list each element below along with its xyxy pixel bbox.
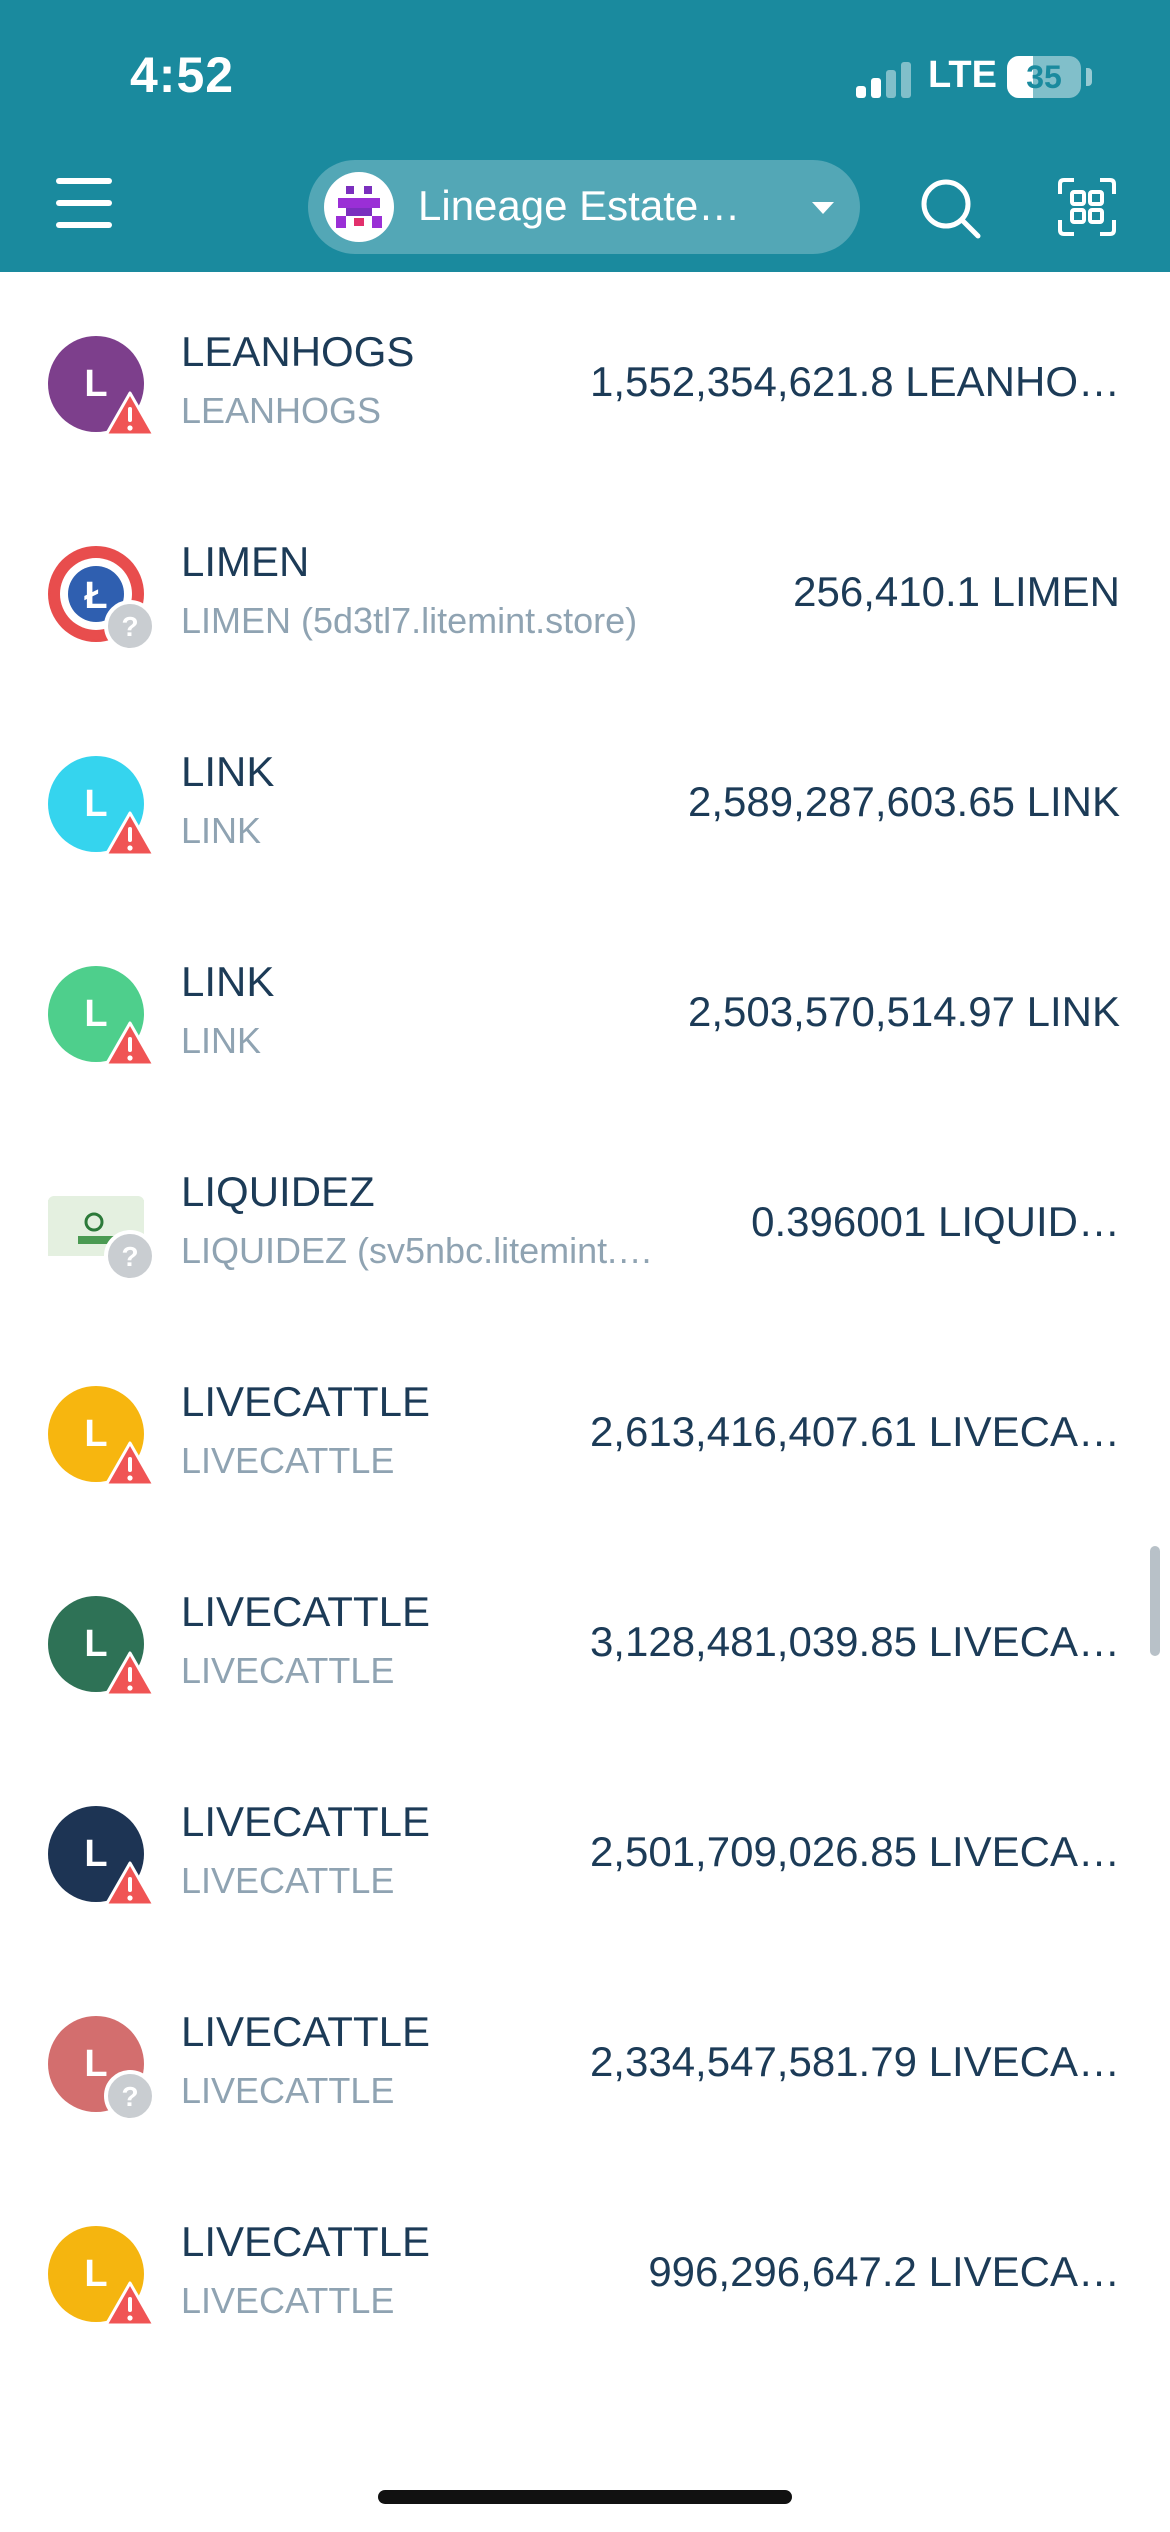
token-list: L LEANHOGS LEANHOGS 1,552,354,621.8 LEANHO…… (0, 272, 1170, 2372)
menu-icon[interactable] (56, 178, 112, 228)
warning-icon (104, 1650, 156, 1698)
battery-level: 35 (1026, 59, 1062, 95)
token-row[interactable]: L LIVECATTLE LIVECATTLE 2,501,709,026.85 LI… (0, 1742, 1170, 1952)
network-avatar-icon (324, 172, 394, 242)
network-selector[interactable]: Lineage Estate… (308, 160, 860, 254)
search-icon[interactable] (918, 176, 982, 240)
signal-icon (856, 58, 916, 98)
warning-icon (104, 1860, 156, 1908)
token-balance: 3,128,481,039.85 LIVECA… (589, 1618, 1120, 1665)
token-balance: 2,613,416,407.61 LIVECA… (589, 1408, 1120, 1455)
token-name: LIMEN (181, 538, 310, 585)
warning-icon (104, 1440, 156, 1488)
token-issuer: LINK (181, 1020, 262, 1061)
token-row[interactable]: Ł? LIMEN LIMEN (5d3tl7.litemint.store) 256,… (0, 482, 1170, 692)
token-balance: 996,296,647.2 LIVECA… (648, 2248, 1120, 2295)
token-row[interactable]: L LINK LINK 2,589,287,603.65 LINK (0, 692, 1170, 902)
token-row[interactable]: ? LIQUIDEZ LIQUIDEZ (sv5nbc.litemint.… 0.39… (0, 1112, 1170, 1322)
token-balance: 2,334,547,581.79 LIVECA… (589, 2038, 1120, 2085)
token-row[interactable]: L LINK LINK 2,503,570,514.97 LINK (0, 902, 1170, 1112)
battery-icon: 35 (1007, 56, 1081, 98)
svg-text:?: ? (121, 611, 138, 642)
token-balance: 0.396001 LIQUID… (751, 1198, 1120, 1245)
token-balance: 2,501,709,026.85 LIVECA… (589, 1828, 1120, 1875)
warning-icon (104, 2280, 156, 2328)
network-type: LTE (928, 54, 997, 96)
token-issuer: LIVECATTLE (181, 1650, 395, 1691)
unknown-icon: ? (104, 600, 156, 652)
token-issuer: LIVECATTLE (181, 1440, 395, 1481)
svg-text:?: ? (121, 1241, 138, 1272)
status-time: 4:52 (130, 47, 235, 103)
token-name: LIVECATTLE (181, 1378, 430, 1425)
token-issuer: LIVECATTLE (181, 2280, 395, 2321)
svg-text:?: ? (121, 2081, 138, 2112)
token-balance: 2,589,287,603.65 LINK (687, 778, 1120, 825)
unknown-icon: ? (104, 2070, 156, 2122)
token-name: LIVECATTLE (181, 2218, 430, 2265)
token-name: LIVECATTLE (181, 1588, 430, 1635)
token-issuer: LEANHOGS (181, 390, 382, 431)
token-balance: 1,552,354,621.8 LEANHO… (589, 358, 1120, 405)
token-issuer: LIQUIDEZ (sv5nbc.litemint.… (181, 1230, 654, 1271)
scan-icon[interactable] (1056, 176, 1118, 238)
warning-icon (104, 1020, 156, 1068)
token-issuer: LIVECATTLE (181, 1860, 395, 1901)
token-row[interactable]: L LEANHOGS LEANHOGS 1,552,354,621.8 LEANHO… (0, 272, 1170, 482)
token-row[interactable]: L LIVECATTLE LIVECATTLE 2,613,416,407.61 LI… (0, 1322, 1170, 1532)
token-issuer: LIMEN (5d3tl7.litemint.store) (181, 600, 638, 641)
app-header: 4:52 LTE 35 Lineage Estate… (0, 0, 1170, 272)
token-row[interactable]: L LIVECATTLE LIVECATTLE 3,128,481,039.85 LI… (0, 1532, 1170, 1742)
token-name: LINK (181, 748, 275, 795)
network-name: Lineage Estate… (418, 182, 741, 229)
token-name: LIQUIDEZ (181, 1168, 375, 1215)
battery-tip (1086, 68, 1092, 86)
token-name: LIVECATTLE (181, 1798, 430, 1845)
token-name: LIVECATTLE (181, 2008, 430, 2055)
warning-icon (104, 390, 156, 438)
token-name: LEANHOGS (181, 328, 415, 375)
warning-icon (104, 810, 156, 858)
home-indicator[interactable] (378, 2490, 792, 2504)
token-row[interactable]: L? LIVECATTLE LIVECATTLE 2,334,547,581.79 L… (0, 1952, 1170, 2162)
unknown-icon: ? (104, 1230, 156, 1282)
token-balance: 2,503,570,514.97 LINK (687, 988, 1120, 1035)
chevron-down-icon (812, 202, 834, 214)
token-row[interactable]: L LIVECATTLE LIVECATTLE 996,296,647.2 LIVEC… (0, 2162, 1170, 2372)
token-balance: 256,410.1 LIMEN (793, 568, 1120, 615)
token-name: LINK (181, 958, 275, 1005)
scrollbar[interactable] (1150, 1546, 1160, 1656)
token-issuer: LINK (181, 810, 262, 851)
token-issuer: LIVECATTLE (181, 2070, 395, 2111)
